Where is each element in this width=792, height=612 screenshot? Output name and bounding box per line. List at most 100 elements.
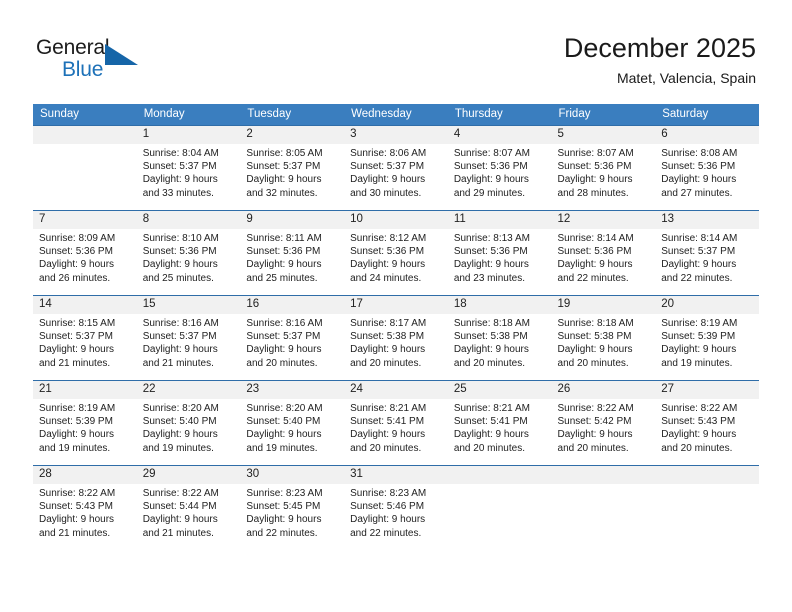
day-number: [447, 466, 552, 484]
daylight-text-line1: Daylight: 9 hours: [350, 174, 426, 186]
calendar-day-cell[interactable]: 14 Sunrise: 8:15 AM Sunset: 5:37 PM Dayl…: [33, 296, 137, 381]
calendar-day-cell[interactable]: 4 Sunrise: 8:07 AM Sunset: 5:36 PM Dayli…: [447, 126, 552, 211]
day-info: Sunrise: 8:22 AM Sunset: 5:44 PM Dayligh…: [143, 484, 235, 540]
daylight-text-line1: Daylight: 9 hours: [39, 344, 115, 356]
sunrise-text: Sunrise: 8:16 AM: [142, 318, 219, 329]
day-info: Sunrise: 8:04 AM Sunset: 5:37 PM Dayligh…: [143, 144, 235, 200]
day-number: 31: [344, 466, 448, 484]
sunrise-text: Sunrise: 8:18 AM: [453, 318, 530, 329]
calendar-day-cell[interactable]: 25 Sunrise: 8:21 AM Sunset: 5:41 PM Dayl…: [447, 381, 552, 466]
day-info: Sunrise: 8:07 AM Sunset: 5:36 PM Dayligh…: [454, 144, 546, 200]
calendar-day-cell[interactable]: 18 Sunrise: 8:18 AM Sunset: 5:38 PM Dayl…: [447, 296, 552, 381]
brand-logo[interactable]: General Blue: [36, 36, 166, 86]
day-number: [551, 466, 656, 484]
calendar-day-cell[interactable]: 12 Sunrise: 8:14 AM Sunset: 5:36 PM Dayl…: [551, 211, 656, 296]
day-info: Sunrise: 8:16 AM Sunset: 5:37 PM Dayligh…: [246, 314, 338, 370]
sunset-text: Sunset: 5:41 PM: [453, 416, 528, 428]
calendar-week-row: 7 Sunrise: 8:09 AM Sunset: 5:36 PM Dayli…: [33, 210, 759, 296]
calendar-day-cell[interactable]: [33, 126, 137, 211]
day-info: Sunrise: 8:18 AM Sunset: 5:38 PM Dayligh…: [454, 314, 546, 370]
calendar-day-cell[interactable]: 24 Sunrise: 8:21 AM Sunset: 5:41 PM Dayl…: [344, 381, 448, 466]
sunrise-text: Sunrise: 8:22 AM: [142, 488, 219, 499]
calendar-day-cell[interactable]: 28 Sunrise: 8:22 AM Sunset: 5:43 PM Dayl…: [33, 466, 137, 551]
day-number: 24: [344, 381, 448, 399]
calendar-day-cell[interactable]: 5 Sunrise: 8:07 AM Sunset: 5:36 PM Dayli…: [551, 126, 656, 211]
day-info: Sunrise: 8:13 AM Sunset: 5:36 PM Dayligh…: [454, 229, 546, 285]
day-number: 12: [551, 211, 656, 229]
page-title: December 2025: [563, 33, 756, 63]
calendar-day-cell[interactable]: 23 Sunrise: 8:20 AM Sunset: 5:40 PM Dayl…: [240, 381, 345, 466]
daylight-text-line1: Daylight: 9 hours: [350, 344, 426, 356]
daylight-text-line2: and 20 minutes.: [557, 442, 629, 454]
calendar-day-cell[interactable]: 8 Sunrise: 8:10 AM Sunset: 5:36 PM Dayli…: [136, 211, 241, 296]
day-info: Sunrise: 8:18 AM Sunset: 5:38 PM Dayligh…: [558, 314, 650, 370]
daylight-text-line1: Daylight: 9 hours: [661, 344, 737, 356]
weekday-header-sunday: Sunday: [33, 104, 137, 126]
calendar-day-cell[interactable]: 11 Sunrise: 8:13 AM Sunset: 5:36 PM Dayl…: [447, 211, 552, 296]
calendar-day-cell[interactable]: 26 Sunrise: 8:22 AM Sunset: 5:42 PM Dayl…: [551, 381, 656, 466]
calendar-grid: Sunday Monday Tuesday Wednesday Thursday…: [33, 104, 759, 550]
day-info: Sunrise: 8:21 AM Sunset: 5:41 PM Dayligh…: [454, 399, 546, 455]
calendar-day-cell[interactable]: 10 Sunrise: 8:12 AM Sunset: 5:36 PM Dayl…: [344, 211, 448, 296]
daylight-text-line2: and 19 minutes.: [39, 442, 111, 454]
calendar-day-cell[interactable]: 29 Sunrise: 8:22 AM Sunset: 5:44 PM Dayl…: [136, 466, 241, 551]
calendar-day-cell[interactable]: 1 Sunrise: 8:04 AM Sunset: 5:37 PM Dayli…: [136, 126, 241, 211]
sunrise-text: Sunrise: 8:22 AM: [661, 403, 738, 414]
calendar-day-cell[interactable]: [655, 466, 759, 551]
sunrise-text: Sunrise: 8:22 AM: [557, 403, 634, 414]
sunrise-text: Sunrise: 8:19 AM: [661, 318, 738, 329]
day-number: 19: [551, 296, 656, 314]
calendar-day-cell[interactable]: 2 Sunrise: 8:05 AM Sunset: 5:37 PM Dayli…: [240, 126, 345, 211]
sunset-text: Sunset: 5:36 PM: [142, 246, 217, 258]
calendar-day-cell[interactable]: [551, 466, 656, 551]
calendar-day-cell[interactable]: 31 Sunrise: 8:23 AM Sunset: 5:46 PM Dayl…: [344, 466, 448, 551]
sunrise-text: Sunrise: 8:04 AM: [142, 148, 219, 159]
sunset-text: Sunset: 5:43 PM: [661, 416, 736, 428]
day-number: 29: [136, 466, 241, 484]
sunrise-text: Sunrise: 8:16 AM: [246, 318, 323, 329]
calendar-day-cell[interactable]: 15 Sunrise: 8:16 AM Sunset: 5:37 PM Dayl…: [136, 296, 241, 381]
sunrise-text: Sunrise: 8:14 AM: [557, 233, 634, 244]
daylight-text-line1: Daylight: 9 hours: [39, 259, 115, 271]
calendar-day-cell[interactable]: 17 Sunrise: 8:17 AM Sunset: 5:38 PM Dayl…: [344, 296, 448, 381]
sunrise-text: Sunrise: 8:11 AM: [246, 233, 322, 244]
daylight-text-line2: and 33 minutes.: [142, 187, 214, 199]
sunset-text: Sunset: 5:37 PM: [246, 161, 321, 173]
calendar-day-cell[interactable]: 16 Sunrise: 8:16 AM Sunset: 5:37 PM Dayl…: [240, 296, 345, 381]
brand-name-general: General: [36, 36, 110, 59]
daylight-text-line1: Daylight: 9 hours: [246, 259, 322, 271]
calendar-day-cell[interactable]: 30 Sunrise: 8:23 AM Sunset: 5:45 PM Dayl…: [240, 466, 345, 551]
sunset-text: Sunset: 5:42 PM: [557, 416, 632, 428]
sunrise-text: Sunrise: 8:07 AM: [453, 148, 530, 159]
daylight-text-line2: and 20 minutes.: [453, 357, 525, 369]
calendar-day-cell[interactable]: 19 Sunrise: 8:18 AM Sunset: 5:38 PM Dayl…: [551, 296, 656, 381]
sunrise-text: Sunrise: 8:20 AM: [142, 403, 219, 414]
day-number: 23: [240, 381, 345, 399]
sunset-text: Sunset: 5:40 PM: [142, 416, 217, 428]
calendar-day-cell[interactable]: 9 Sunrise: 8:11 AM Sunset: 5:36 PM Dayli…: [240, 211, 345, 296]
calendar-day-cell[interactable]: 22 Sunrise: 8:20 AM Sunset: 5:40 PM Dayl…: [136, 381, 241, 466]
daylight-text-line1: Daylight: 9 hours: [350, 514, 426, 526]
daylight-text-line2: and 20 minutes.: [661, 442, 733, 454]
sunset-text: Sunset: 5:36 PM: [557, 161, 632, 173]
calendar-day-cell[interactable]: 3 Sunrise: 8:06 AM Sunset: 5:37 PM Dayli…: [344, 126, 448, 211]
day-info: Sunrise: 8:17 AM Sunset: 5:38 PM Dayligh…: [350, 314, 442, 370]
calendar-day-cell[interactable]: 6 Sunrise: 8:08 AM Sunset: 5:36 PM Dayli…: [655, 126, 759, 211]
day-number: 28: [33, 466, 137, 484]
day-number: 5: [551, 126, 656, 144]
calendar-day-cell[interactable]: 21 Sunrise: 8:19 AM Sunset: 5:39 PM Dayl…: [33, 381, 137, 466]
brand-name-blue: Blue: [62, 58, 104, 81]
daylight-text-line1: Daylight: 9 hours: [453, 259, 529, 271]
day-number: 8: [136, 211, 241, 229]
calendar-day-cell[interactable]: [447, 466, 552, 551]
calendar-day-cell[interactable]: 13 Sunrise: 8:14 AM Sunset: 5:37 PM Dayl…: [655, 211, 759, 296]
sunset-text: Sunset: 5:43 PM: [39, 501, 113, 513]
sunset-text: Sunset: 5:44 PM: [142, 501, 217, 513]
day-number: 2: [240, 126, 345, 144]
sunrise-text: Sunrise: 8:17 AM: [350, 318, 427, 329]
calendar-day-cell[interactable]: 7 Sunrise: 8:09 AM Sunset: 5:36 PM Dayli…: [33, 211, 137, 296]
calendar-day-cell[interactable]: 20 Sunrise: 8:19 AM Sunset: 5:39 PM Dayl…: [655, 296, 759, 381]
calendar-day-cell[interactable]: 27 Sunrise: 8:22 AM Sunset: 5:43 PM Dayl…: [655, 381, 759, 466]
day-info: [661, 484, 753, 487]
daylight-text-line1: Daylight: 9 hours: [142, 429, 218, 441]
